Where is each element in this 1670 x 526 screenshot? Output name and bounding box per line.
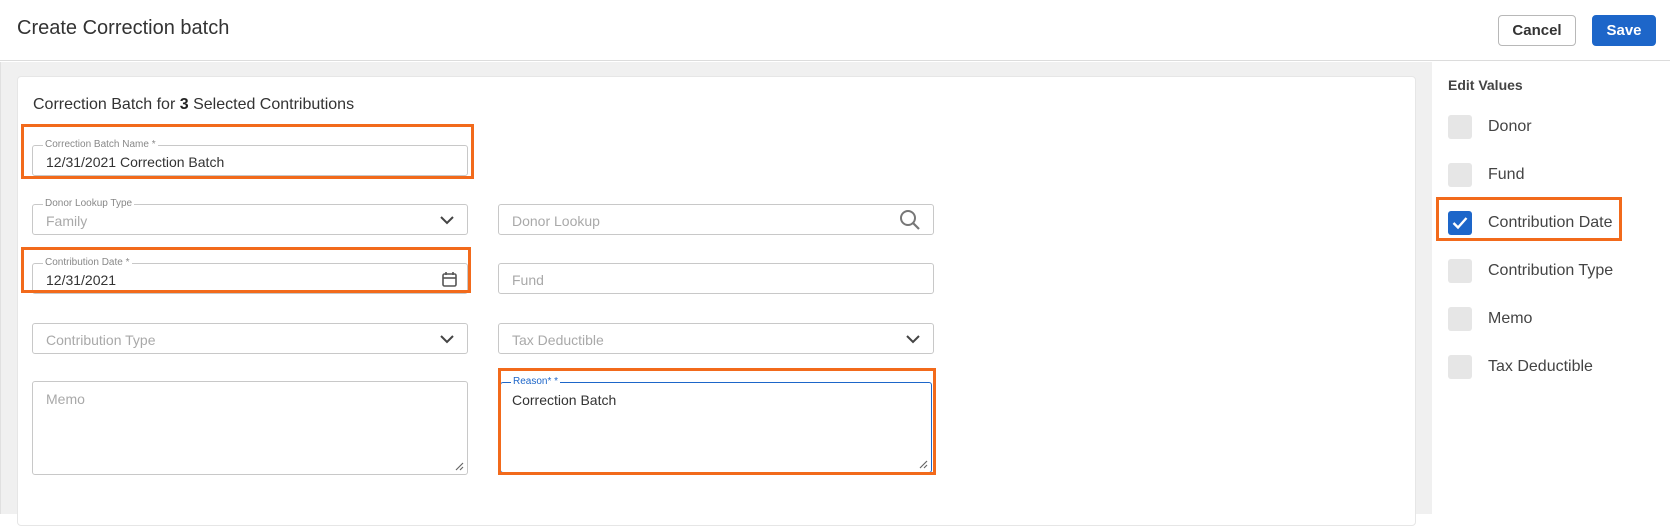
chevron-down-icon xyxy=(440,335,454,344)
heading-prefix: Correction Batch for xyxy=(33,96,176,113)
search-icon[interactable] xyxy=(899,209,921,231)
selected-count: 3 xyxy=(179,96,189,113)
edit-values-heading: Edit Values xyxy=(1448,77,1523,93)
donor-checkbox-label[interactable]: Donor xyxy=(1488,118,1532,136)
contribution-type-select[interactable]: Contribution Type xyxy=(32,323,468,354)
memo-textarea[interactable]: Memo xyxy=(32,381,468,475)
chevron-down-icon xyxy=(440,216,454,225)
donor-lookup-placeholder: Donor Lookup xyxy=(512,213,600,229)
memo-checkbox[interactable] xyxy=(1448,307,1472,331)
tax-deductible-checkbox-label[interactable]: Tax Deductible xyxy=(1488,358,1593,376)
donor-lookup-type-value: Family xyxy=(46,213,88,229)
donor-lookup-input[interactable]: Donor Lookup xyxy=(498,204,934,235)
donor-lookup-type-label: Donor Lookup Type xyxy=(43,198,135,210)
save-button[interactable]: Save xyxy=(1592,15,1656,46)
donor-lookup-type-select[interactable]: Donor Lookup Type Family xyxy=(32,198,468,235)
page-title: Create Correction batch xyxy=(17,17,230,39)
highlight-contribution-date-checkbox xyxy=(1436,197,1622,241)
memo-checkbox-label[interactable]: Memo xyxy=(1488,310,1532,328)
tax-deductible-checkbox[interactable] xyxy=(1448,355,1472,379)
contribution-type-checkbox[interactable] xyxy=(1448,259,1472,283)
fund-input[interactable]: Fund xyxy=(498,263,934,294)
contribution-type-checkbox-label[interactable]: Contribution Type xyxy=(1488,262,1613,280)
donor-checkbox[interactable] xyxy=(1448,115,1472,139)
memo-placeholder: Memo xyxy=(46,391,85,407)
fund-checkbox-label[interactable]: Fund xyxy=(1488,166,1524,184)
chevron-down-icon xyxy=(906,335,920,344)
tax-deductible-placeholder: Tax Deductible xyxy=(512,332,604,348)
fund-placeholder: Fund xyxy=(512,272,544,288)
page-header: Create Correction batch Cancel Save xyxy=(0,0,1670,61)
contribution-type-placeholder: Contribution Type xyxy=(46,332,156,348)
highlight-reason xyxy=(498,368,936,475)
form-heading: Correction Batch for 3 Selected Contribu… xyxy=(33,96,354,114)
highlight-batch-name xyxy=(21,124,474,179)
highlight-contribution-date xyxy=(21,247,471,293)
resize-handle-icon[interactable] xyxy=(454,461,464,471)
fund-checkbox[interactable] xyxy=(1448,163,1472,187)
tax-deductible-select[interactable]: Tax Deductible xyxy=(498,323,934,354)
cancel-button[interactable]: Cancel xyxy=(1498,15,1576,46)
heading-suffix: Selected Contributions xyxy=(193,96,355,113)
